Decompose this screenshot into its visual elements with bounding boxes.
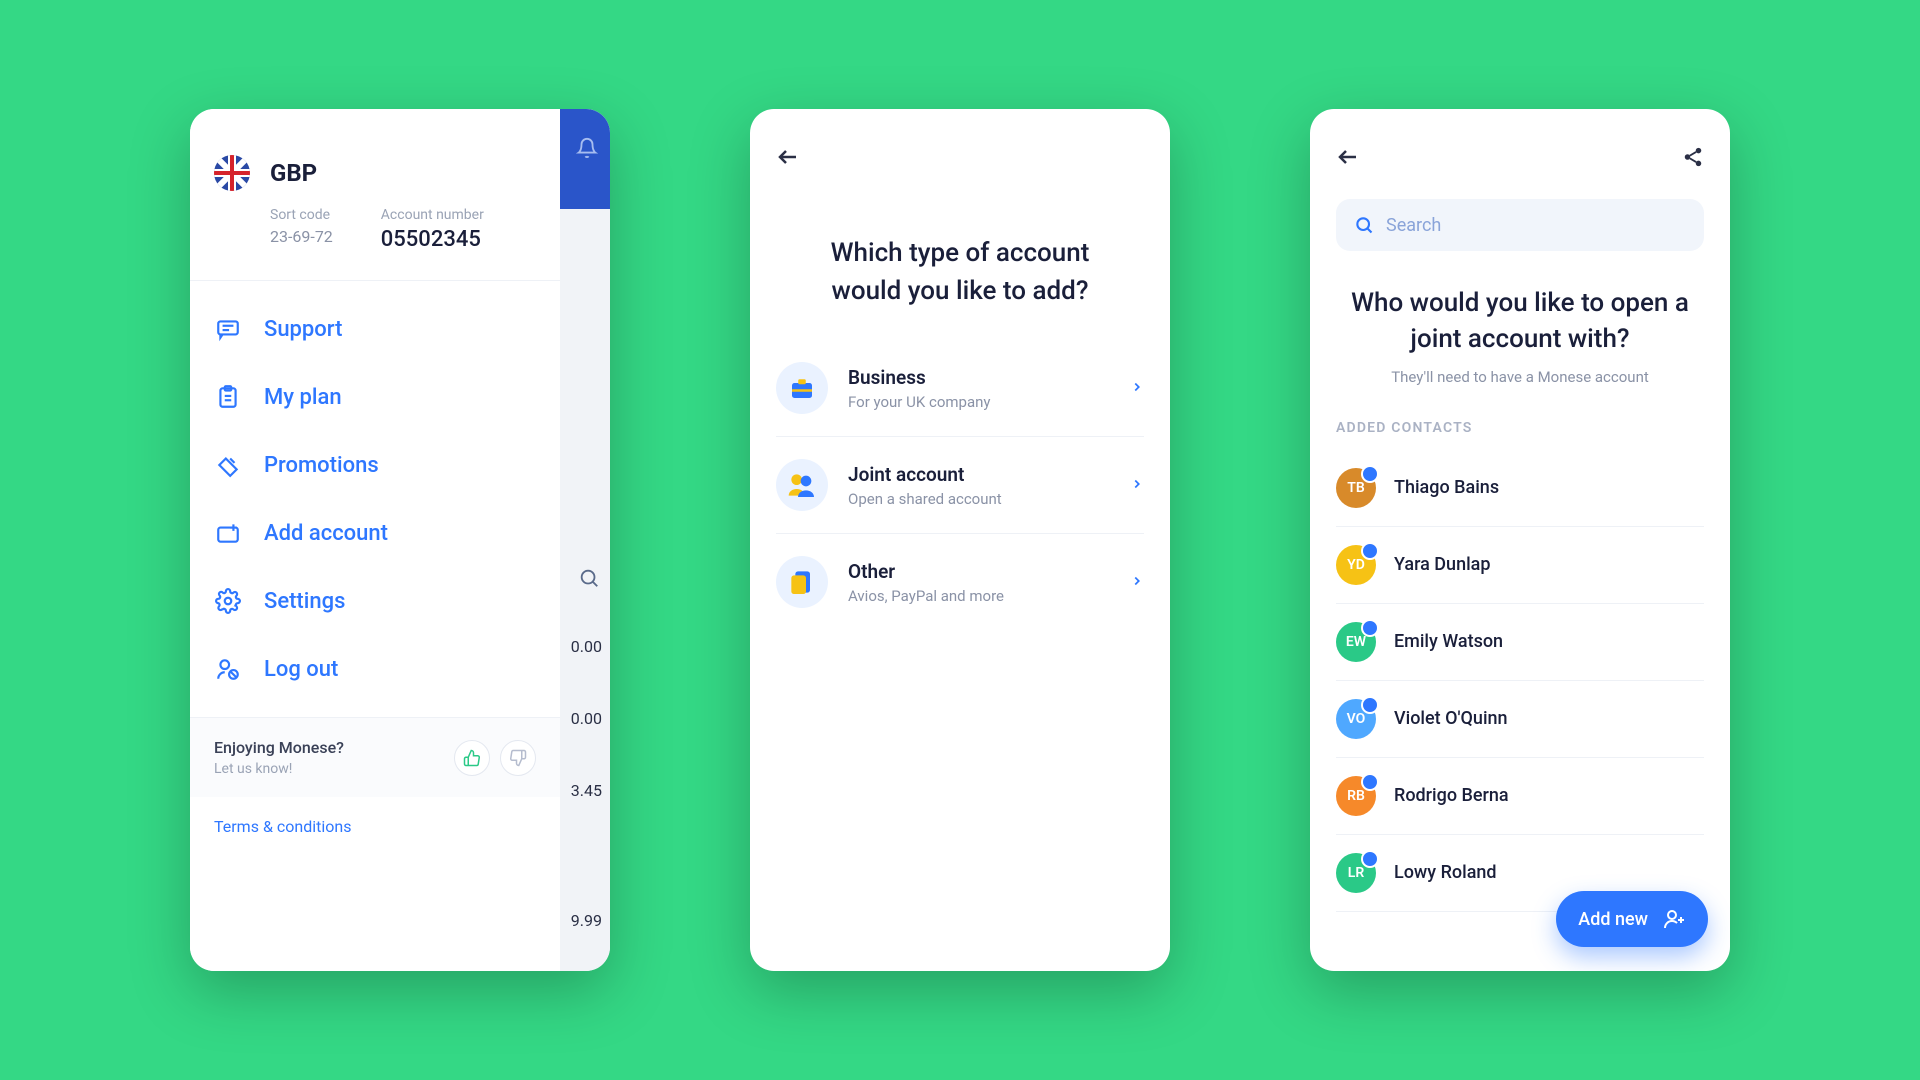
account-number-label: Account number — [381, 207, 484, 223]
avatar: RB — [1336, 776, 1376, 816]
ticket-icon — [214, 451, 242, 479]
search-placeholder: Search — [1386, 215, 1441, 236]
sort-code-value: 23-69-72 — [270, 227, 333, 246]
menu-label: Add account — [264, 521, 388, 546]
person-plus-icon — [1662, 907, 1686, 931]
feedback-subtitle: Let us know! — [214, 761, 344, 777]
bell-icon — [576, 137, 598, 163]
backdrop-amount: 3.45 — [571, 781, 602, 800]
topbar — [776, 139, 1144, 179]
topbar — [1336, 139, 1704, 179]
add-new-button[interactable]: Add new — [1556, 891, 1708, 947]
terms-link[interactable]: Terms & conditions — [190, 797, 560, 856]
option-subtitle: Avios, PayPal and more — [848, 587, 1110, 605]
phone-contact-picker-screen: Search Who would you like to open a join… — [1310, 109, 1730, 971]
menu-item-settings[interactable]: Settings — [190, 567, 560, 635]
navigation-drawer: GBP Sort code 23-69-72 Account number 05… — [190, 109, 560, 971]
sort-code-label: Sort code — [270, 207, 333, 223]
contact-name: Violet O'Quinn — [1394, 708, 1508, 729]
menu-label: Log out — [264, 657, 338, 682]
contact-name: Emily Watson — [1394, 631, 1503, 652]
menu-item-support[interactable]: Support — [190, 295, 560, 363]
option-subtitle: Open a shared account — [848, 490, 1110, 508]
wallet-plus-icon — [214, 519, 242, 547]
menu-item-add-account[interactable]: Add account — [190, 499, 560, 567]
option-title: Joint account — [848, 463, 1110, 486]
fab-label: Add new — [1578, 909, 1648, 930]
contact-name: Thiago Bains — [1394, 477, 1499, 498]
menu-item-log-out[interactable]: Log out — [190, 635, 560, 703]
drawer-menu: Support My plan Promotions Add account S… — [190, 281, 560, 717]
contact-row[interactable]: TB Thiago Bains — [1336, 450, 1704, 527]
search-icon — [1354, 215, 1374, 235]
menu-label: Promotions — [264, 453, 379, 478]
backdrop-amount: 0.00 — [571, 709, 602, 728]
feedback-section: Enjoying Monese? Let us know! — [190, 717, 560, 797]
briefcase-icon — [776, 362, 828, 414]
arrow-left-icon — [776, 145, 800, 169]
uk-flag-icon — [214, 155, 250, 191]
backdrop-amount: 0.00 — [571, 637, 602, 656]
thumbs-up-icon — [463, 749, 481, 767]
back-button[interactable] — [776, 145, 800, 173]
phone-drawer-screen: 0.00 0.00 3.45 9.99 GBP Sort code 23-69-… — [190, 109, 610, 971]
chevron-right-icon — [1130, 476, 1144, 495]
screen-title: Which type of account would you like to … — [794, 235, 1126, 310]
feedback-title: Enjoying Monese? — [214, 738, 344, 757]
option-joint-account[interactable]: Joint account Open a shared account — [776, 437, 1144, 534]
contact-name: Yara Dunlap — [1394, 554, 1491, 575]
arrow-left-icon — [1336, 145, 1360, 169]
thumbs-down-icon — [509, 749, 527, 767]
section-label: ADDED CONTACTS — [1336, 420, 1704, 436]
contact-name: Lowy Roland — [1394, 862, 1497, 883]
search-input[interactable]: Search — [1336, 199, 1704, 251]
chevron-right-icon — [1130, 379, 1144, 398]
thumbs-down-button[interactable] — [500, 740, 536, 776]
thumbs-up-button[interactable] — [454, 740, 490, 776]
currency-label: GBP — [270, 159, 317, 187]
screen-subtitle: They'll need to have a Monese account — [1336, 368, 1704, 386]
chat-icon — [214, 315, 242, 343]
user-logout-icon — [214, 655, 242, 683]
back-button[interactable] — [1336, 145, 1360, 173]
option-title: Business — [848, 366, 1110, 389]
account-header: GBP Sort code 23-69-72 Account number 05… — [190, 109, 560, 281]
menu-label: Support — [264, 317, 342, 342]
share-icon — [1682, 146, 1704, 168]
screen-title: Who would you like to open a joint accou… — [1342, 285, 1698, 358]
menu-item-my-plan[interactable]: My plan — [190, 363, 560, 431]
contact-row[interactable]: VO Violet O'Quinn — [1336, 681, 1704, 758]
share-button[interactable] — [1682, 146, 1704, 172]
option-business[interactable]: Business For your UK company — [776, 340, 1144, 437]
avatar: VO — [1336, 699, 1376, 739]
menu-label: Settings — [264, 589, 345, 614]
cards-icon — [776, 556, 828, 608]
phone-account-type-screen: Which type of account would you like to … — [750, 109, 1170, 971]
avatar: TB — [1336, 468, 1376, 508]
contact-row[interactable]: YD Yara Dunlap — [1336, 527, 1704, 604]
account-number-value: 05502345 — [381, 227, 484, 252]
backdrop-amount: 9.99 — [571, 911, 602, 930]
contact-name: Rodrigo Berna — [1394, 785, 1509, 806]
option-subtitle: For your UK company — [848, 393, 1110, 411]
contact-row[interactable]: RB Rodrigo Berna — [1336, 758, 1704, 835]
menu-item-promotions[interactable]: Promotions — [190, 431, 560, 499]
option-title: Other — [848, 560, 1110, 583]
contacts-list: TB Thiago Bains YD Yara Dunlap EW Emily Watso… — [1336, 450, 1704, 912]
avatar: EW — [1336, 622, 1376, 662]
search-icon — [578, 567, 600, 593]
menu-label: My plan — [264, 385, 342, 410]
two-people-icon — [776, 459, 828, 511]
avatar: YD — [1336, 545, 1376, 585]
contact-row[interactable]: EW Emily Watson — [1336, 604, 1704, 681]
clipboard-icon — [214, 383, 242, 411]
gear-icon — [214, 587, 242, 615]
option-other[interactable]: Other Avios, PayPal and more — [776, 534, 1144, 630]
chevron-right-icon — [1130, 573, 1144, 592]
avatar: LR — [1336, 853, 1376, 893]
